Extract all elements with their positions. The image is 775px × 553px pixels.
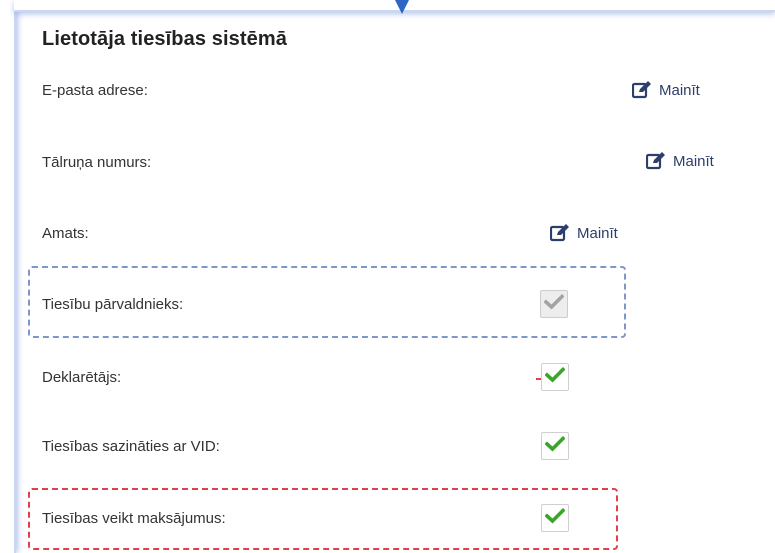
edit-icon: [646, 152, 666, 170]
declarant-label: Deklarētājs:: [42, 369, 122, 386]
left-window-frame: [0, 0, 16, 553]
rights-manager-checkbox[interactable]: [540, 290, 568, 318]
phone-label: Tālruņa numurs:: [42, 154, 152, 171]
contact-vid-checkbox[interactable]: [541, 432, 569, 460]
checkmark-icon: [543, 293, 565, 315]
change-position-label: Mainīt: [577, 224, 618, 242]
change-phone-label: Mainīt: [673, 152, 714, 170]
email-label: E-pasta adrese:: [42, 82, 148, 99]
screenshot-stage: Lietotāja tiesības sistēmā E-pasta adres…: [0, 0, 775, 553]
checkmark-icon: [544, 435, 566, 457]
contact-vid-label: Tiesības sazināties ar VID:: [42, 438, 220, 455]
checkmark-icon: [544, 366, 566, 388]
checkmark-icon: [544, 507, 566, 529]
declarant-checkbox[interactable]: [541, 363, 569, 391]
make-payments-label: Tiesības veikt maksājumus:: [42, 510, 226, 527]
make-payments-checkbox[interactable]: [541, 504, 569, 532]
change-position-button[interactable]: Mainīt: [550, 224, 618, 242]
page-title: Lietotāja tiesības sistēmā: [42, 28, 287, 50]
arrow-marker-icon: [395, 0, 409, 14]
change-email-button[interactable]: Mainīt: [632, 81, 700, 99]
edit-icon: [632, 81, 652, 99]
edit-icon: [550, 224, 570, 242]
change-phone-button[interactable]: Mainīt: [646, 152, 714, 170]
change-email-label: Mainīt: [659, 81, 700, 99]
rights-manager-label: Tiesību pārvaldnieks:: [42, 296, 184, 313]
position-label: Amats:: [42, 225, 89, 242]
